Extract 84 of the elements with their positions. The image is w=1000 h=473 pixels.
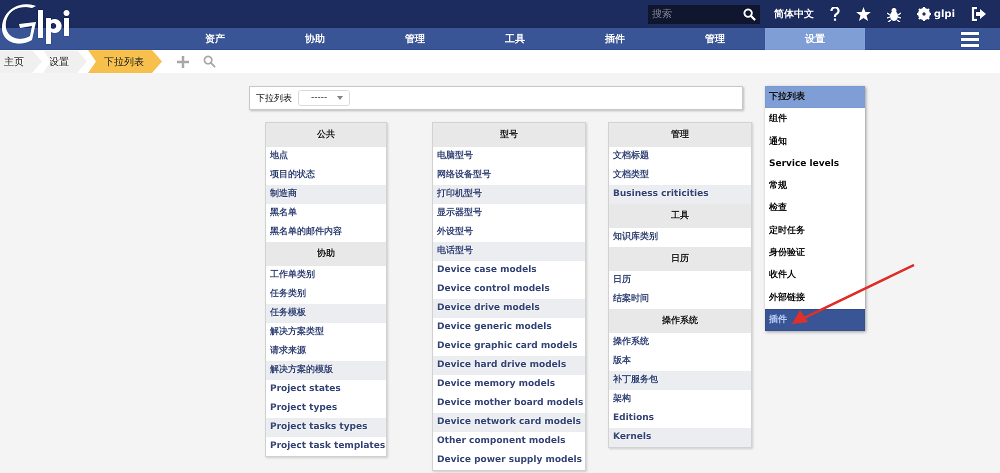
list-link[interactable]: Device mother board models bbox=[433, 394, 585, 413]
list-link[interactable]: Device case models bbox=[433, 261, 585, 280]
logout-icon[interactable] bbox=[971, 7, 986, 21]
menu-item[interactable]: 身份验证 bbox=[765, 242, 865, 264]
help-icon[interactable] bbox=[830, 7, 840, 21]
dropdown-label: 下拉列表 bbox=[256, 92, 292, 104]
list-link[interactable]: Device network card models bbox=[433, 413, 585, 432]
breadcrumb[interactable]: 设置 bbox=[43, 50, 87, 73]
section-header: 日历 bbox=[609, 247, 751, 271]
list-link[interactable]: 电话型号 bbox=[433, 242, 585, 261]
list-link[interactable]: Other component models bbox=[433, 432, 585, 451]
list-link[interactable]: 显示器型号 bbox=[433, 204, 585, 223]
list-link[interactable]: Editions bbox=[609, 409, 751, 428]
menu-item[interactable]: 组件 bbox=[765, 108, 865, 131]
list-link[interactable]: Project types bbox=[266, 399, 386, 418]
list-link[interactable]: 文档标题 bbox=[609, 147, 751, 166]
caret-icon bbox=[337, 96, 344, 100]
bug-icon[interactable] bbox=[886, 6, 901, 22]
breadcrumb[interactable]: 主页 bbox=[0, 50, 42, 73]
nav-tab[interactable]: 工具 bbox=[465, 28, 565, 50]
menu-item[interactable]: 收件人 bbox=[765, 264, 865, 287]
section-header: 协助 bbox=[266, 242, 386, 266]
list-link[interactable]: 操作系统 bbox=[609, 333, 751, 352]
list-link[interactable]: 电脑型号 bbox=[433, 147, 585, 166]
list-link[interactable]: Project task templates bbox=[266, 437, 386, 456]
list-link[interactable]: 解决方案的模版 bbox=[266, 361, 386, 380]
list-link[interactable]: 黑名单的邮件内容 bbox=[266, 223, 386, 242]
menu-item[interactable]: 插件 bbox=[765, 308, 865, 332]
nav-tab[interactable]: 资产 bbox=[165, 28, 265, 50]
list-link[interactable]: 架构 bbox=[609, 390, 751, 409]
list-link[interactable]: 地点 bbox=[266, 147, 386, 166]
search-icon[interactable] bbox=[742, 8, 756, 20]
section-header: 公共 bbox=[266, 123, 386, 147]
list-link[interactable]: Device drive models bbox=[433, 299, 585, 318]
list-link[interactable]: 外设型号 bbox=[433, 223, 585, 242]
list-link[interactable]: Device power supply models bbox=[433, 451, 585, 470]
list-link[interactable]: Device memory models bbox=[433, 375, 585, 394]
user-name[interactable]: glpi bbox=[934, 8, 955, 20]
list-link[interactable]: 结案时间 bbox=[609, 290, 751, 309]
nav-tab[interactable]: 插件 bbox=[565, 28, 665, 50]
section-header: 管理 bbox=[609, 123, 751, 147]
list-link[interactable]: 文档类型 bbox=[609, 166, 751, 185]
list-link[interactable]: Project tasks types bbox=[266, 418, 386, 437]
gear-icon[interactable] bbox=[916, 7, 931, 21]
menu-item[interactable]: 外部链接 bbox=[765, 286, 865, 309]
list-link[interactable]: Kernels bbox=[609, 428, 751, 447]
section-header: 操作系统 bbox=[609, 309, 751, 333]
list-link[interactable]: 版本 bbox=[609, 352, 751, 371]
list-link[interactable]: Project states bbox=[266, 380, 386, 399]
menu-item[interactable]: 通知 bbox=[765, 130, 865, 153]
nav-tab[interactable]: 协助 bbox=[265, 28, 365, 50]
menu-item[interactable]: 下拉列表 bbox=[765, 86, 865, 108]
list-link[interactable]: 项目的状态 bbox=[266, 166, 386, 185]
list-link[interactable]: Device generic models bbox=[433, 318, 585, 337]
menu-item[interactable]: 定时任务 bbox=[765, 220, 865, 242]
nav-tab[interactable]: 管理 bbox=[665, 28, 765, 50]
list-link[interactable]: 打印机型号 bbox=[433, 185, 585, 204]
menu-item[interactable]: 常规 bbox=[765, 175, 865, 198]
nav-tab[interactable]: 管理 bbox=[365, 28, 465, 50]
star-icon[interactable] bbox=[856, 7, 871, 21]
list-link[interactable]: 网络设备型号 bbox=[433, 166, 585, 185]
list-link[interactable]: 知识库类别 bbox=[609, 228, 751, 247]
list-link[interactable]: 黑名单 bbox=[266, 204, 386, 223]
section-header: 工具 bbox=[609, 204, 751, 228]
list-link[interactable]: 请求来源 bbox=[266, 342, 386, 361]
list-link[interactable]: 日历 bbox=[609, 271, 751, 290]
list-link[interactable]: Business criticities bbox=[609, 185, 751, 204]
section-header: 型号 bbox=[433, 123, 585, 147]
list-link[interactable]: Device hard drive models bbox=[433, 356, 585, 375]
language-link[interactable]: 简体中文 bbox=[774, 7, 814, 21]
menu-item[interactable]: 检查 bbox=[765, 197, 865, 220]
list-link[interactable]: Device graphic card models bbox=[433, 337, 585, 356]
list-link[interactable]: 补丁服务包 bbox=[609, 371, 751, 390]
menu-item[interactable]: Service levels bbox=[765, 152, 865, 176]
search-field[interactable]: 搜索 bbox=[648, 4, 760, 24]
list-link[interactable]: 解决方案类型 bbox=[266, 323, 386, 342]
menu-icon[interactable] bbox=[961, 32, 979, 47]
list-link[interactable]: 任务类别 bbox=[266, 285, 386, 304]
breadcrumb[interactable]: 下拉列表 bbox=[88, 50, 162, 73]
dropdown-select[interactable]: ----- bbox=[298, 90, 350, 106]
list-link[interactable]: 制造商 bbox=[266, 185, 386, 204]
list-link[interactable]: 工作单类别 bbox=[266, 266, 386, 285]
list-link[interactable]: 任务模板 bbox=[266, 304, 386, 323]
list-link[interactable]: Device control models bbox=[433, 280, 585, 299]
